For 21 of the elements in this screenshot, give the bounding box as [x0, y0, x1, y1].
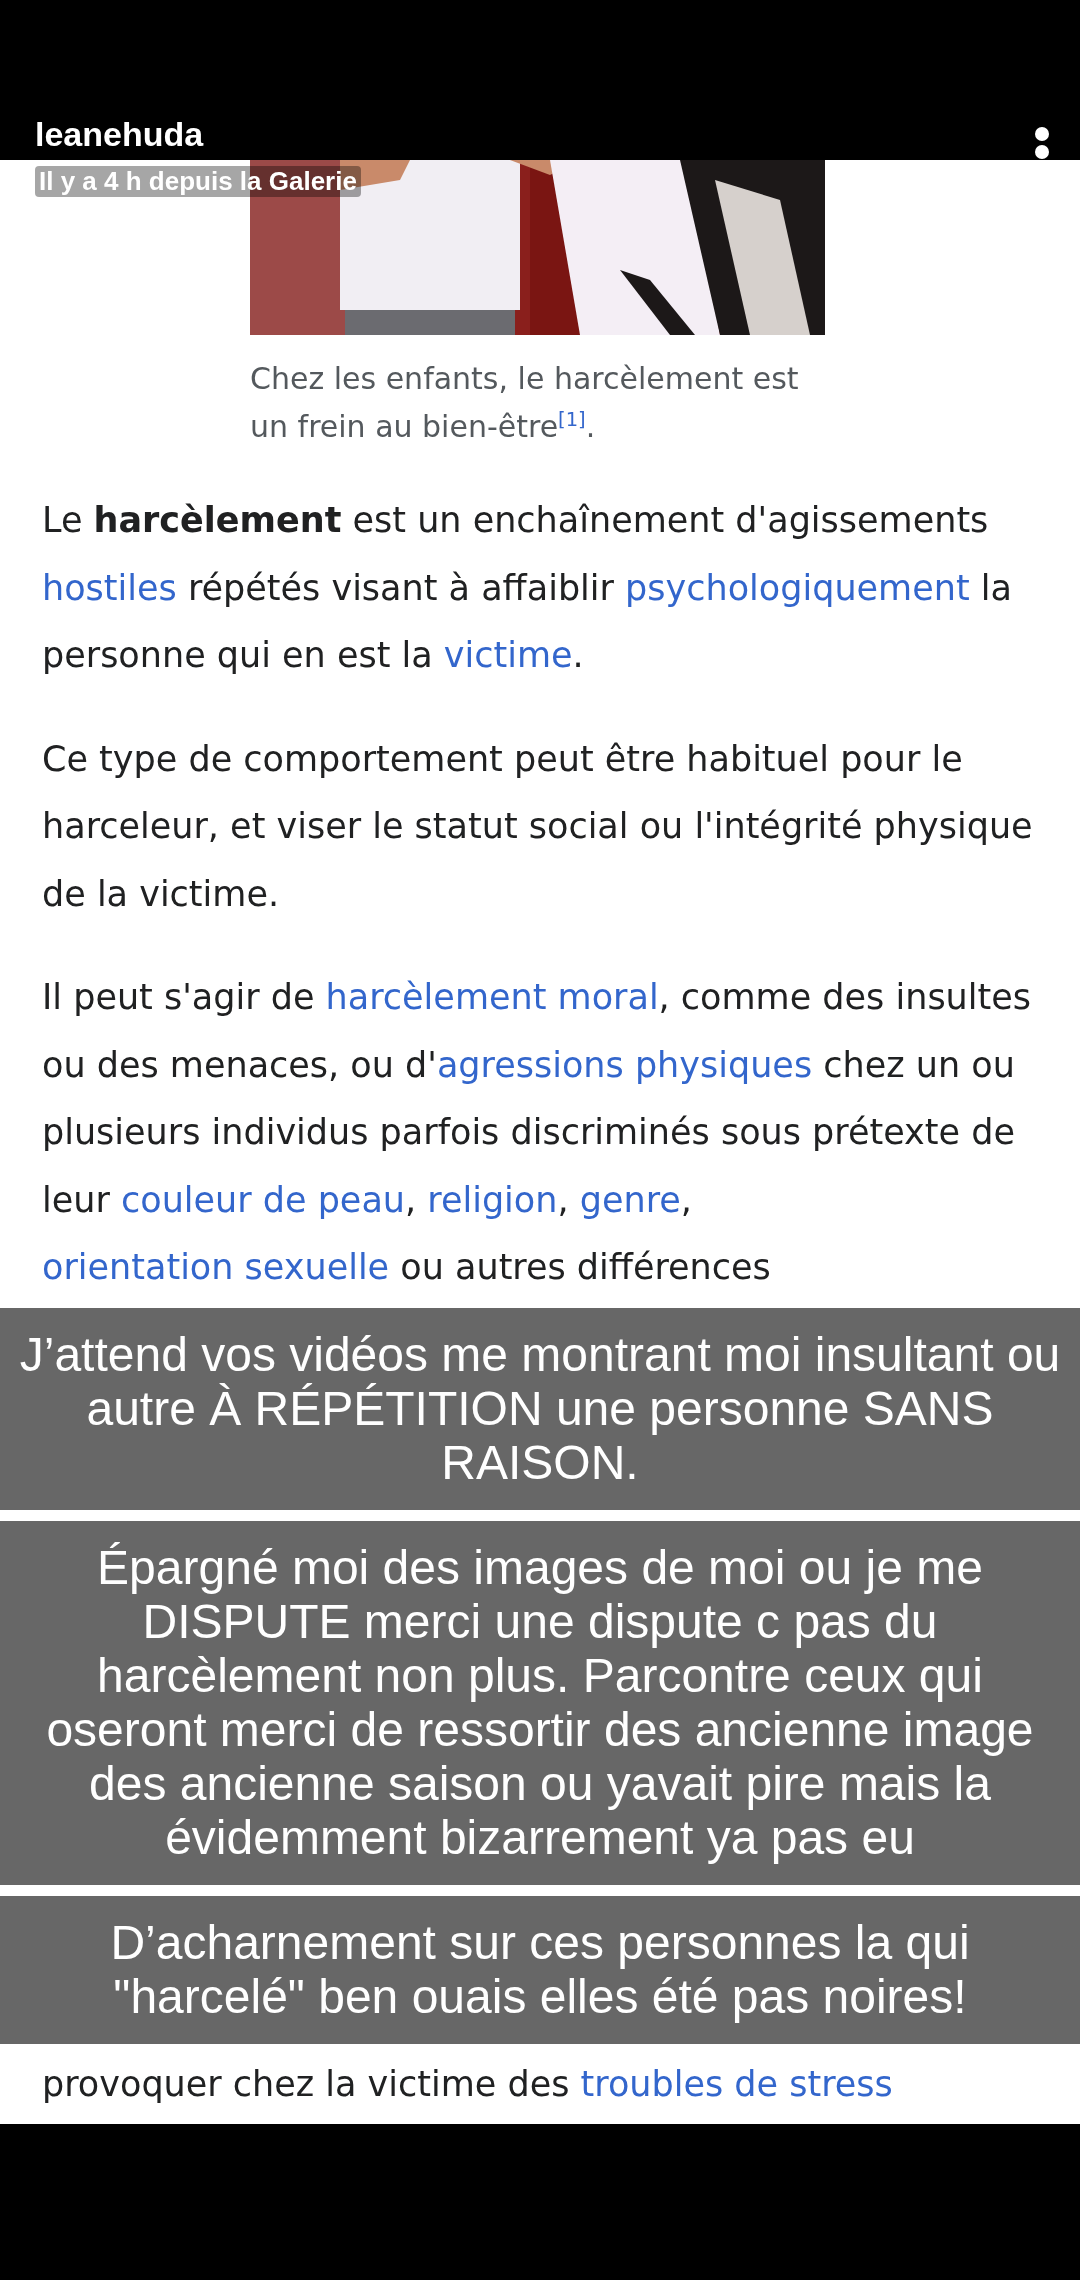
caption-text: Épargné moi des images de moi ou je me DISPUTE merci une dispute c pas du harcèlement non plus. Parcontre ceux qui oseront merci de ressortir des ancienne image des ancienne saison ou yavait pire mais la évidemment bizarrement ya pas eu — [0, 1520, 1080, 1885]
article-paragraph: provoquer chez la victime des troubles de stress — [41, 2062, 894, 2106]
article-link[interactable]: harcèlement moral — [325, 977, 659, 1017]
article-link[interactable]: orientation sexuelle — [42, 1247, 390, 1287]
article-link[interactable]: troubles de stress — [580, 2063, 893, 2104]
article-paragraph: Ce type de comportement peut être habituel pour le harceleur, et viser le statut social ou l'intégrité physique de la victime. — [41, 737, 1034, 916]
caption-text: J’attend vos vidéos me montrant moi insultant ou autre À RÉPÉTITION une personne SANS RAISON. — [0, 1307, 1080, 1510]
article-link[interactable]: victime — [443, 635, 573, 675]
article-link[interactable]: hostiles — [42, 567, 177, 608]
article-link[interactable]: genre — [579, 1179, 681, 1220]
article-link[interactable]: psychologiquement — [625, 567, 970, 608]
username[interactable]: leanehuda — [35, 115, 204, 154]
article-link[interactable]: religion — [427, 1179, 558, 1220]
article-link[interactable]: agressions physiques — [436, 1044, 813, 1085]
article-paragraph: Le harcèlement est un enchaînement d'agissements hostiles répétés visant à affaiblir psychologiquement la personne qui en est la victime. — [41, 499, 1013, 677]
more-options-icon[interactable] — [1034, 126, 1050, 160]
reference-link[interactable]: [1] — [558, 408, 586, 431]
article-link[interactable]: couleur de peau — [120, 1179, 406, 1220]
figure-caption: Chez les enfants, le harcèlement est un frein au bien-être$^{[1]}$. — [250, 360, 800, 446]
article-paragraph: Il peut s'agir de harcèlement moral, comme des insultes ou des menaces, ou d'agressions physiques chez un ou plusieurs individus parfois discriminés sous prétexte de leur couleur de peau, religion, genre, orientation sexuelle ou autres différences — [41, 976, 1032, 1289]
caption-text: D’acharnement sur ces personnes la qui "harcelé" ben ouais elles été pas noires! — [0, 1895, 1080, 2044]
